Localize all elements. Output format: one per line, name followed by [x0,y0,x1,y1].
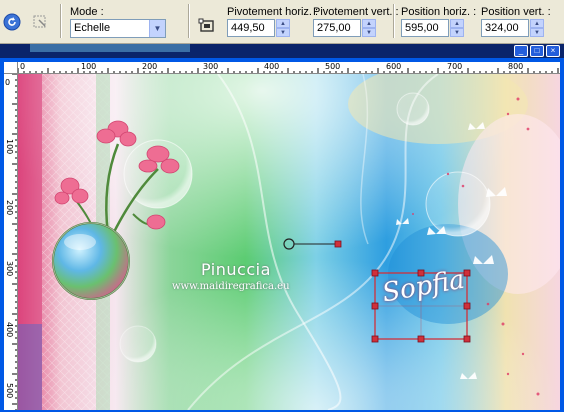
h-tick-label: 100 [81,62,97,71]
pivot-v-spinner[interactable]: ▲ ▼ [362,19,376,37]
vertical-ruler[interactable]: 0 100 200 300 400 500 [4,74,18,410]
v-tick-label: 300 [5,261,14,277]
pivot-h-label: Pivotement horiz. : [227,6,319,18]
h-tick-label: 0 [20,62,26,71]
pos-h-label: Position horiz. : [401,6,477,18]
minimize-icon[interactable]: _ [514,45,528,57]
h-tick-label: 600 [386,62,402,71]
artwork [18,74,560,410]
mode-value: Echelle [74,22,111,34]
mode-label: Mode : [70,6,104,18]
pivot-h-input[interactable]: 449,50 [227,19,275,37]
mode-select[interactable]: Echelle ▼ [70,19,166,38]
separator [393,4,395,38]
separator [60,4,62,38]
close-icon[interactable]: × [546,45,560,57]
separator [188,4,190,38]
h-tick-label: 700 [447,62,463,71]
h-tick-label: 400 [264,62,280,71]
v-tick-label: 100 [5,139,14,155]
tool-options-bar: Mode : Echelle ▼ Pivotement horiz. : 449… [0,0,564,44]
reset-icon[interactable] [2,12,22,32]
pivot-toggle-icon[interactable] [197,16,217,36]
v-tick-label: 500 [5,383,14,399]
image-canvas[interactable]: Pinuccia www.maidiregrafica.eu Sopfia [18,74,560,410]
pivot-v-label: Pivotement vert. : [313,6,399,18]
v-tick-label: 400 [5,322,14,338]
h-tick-label: 500 [325,62,341,71]
pivot-v-input[interactable]: 275,00 [313,19,361,37]
v-tick-label: 200 [5,200,14,216]
h-tick-label: 200 [142,62,158,71]
v-tick-label: 0 [5,78,11,87]
pos-v-input[interactable]: 324,00 [481,19,529,37]
pivot-h-spinner[interactable]: ▲ ▼ [276,19,290,37]
window-controls: _ □ × [514,45,560,57]
pos-h-spinner[interactable]: ▲ ▼ [450,19,464,37]
rotation-handle [334,240,342,248]
chevron-down-icon[interactable]: ▼ [149,20,165,37]
ruler-corner [4,62,18,74]
pos-v-label: Position vert. : [481,6,551,18]
pos-h-input[interactable]: 595,00 [401,19,449,37]
watermark-url: www.maidiregrafica.eu [172,281,290,292]
pos-v-spinner[interactable]: ▲ ▼ [530,19,544,37]
watermark-name: Pinuccia [201,260,271,279]
pick-tool-icon[interactable] [30,12,50,32]
maximize-icon[interactable]: □ [530,45,544,57]
document-title-highlight [30,44,190,52]
h-tick-label: 800 [508,62,524,71]
h-tick-label: 300 [203,62,219,71]
horizontal-ruler[interactable]: 0 100 200 300 400 500 600 700 800 [18,62,560,74]
